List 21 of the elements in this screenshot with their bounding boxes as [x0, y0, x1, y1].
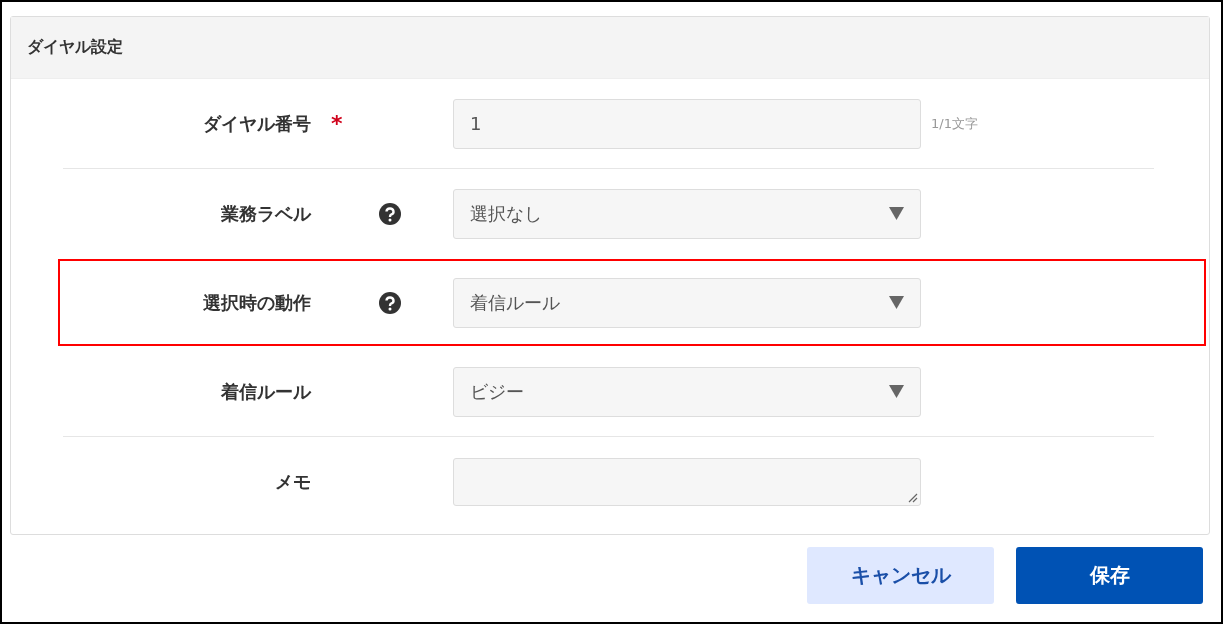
- resize-handle-icon: [908, 492, 918, 503]
- field-label: 着信ルール: [221, 379, 311, 404]
- memo-field[interactable]: [453, 457, 921, 506]
- required-mark: *: [331, 111, 343, 136]
- panel-title: ダイヤル設定: [27, 37, 123, 58]
- select-field[interactable]: 選択なし: [453, 188, 921, 239]
- input-field[interactable]: 1: [453, 98, 921, 149]
- caret-icon: [889, 296, 904, 309]
- character-counter: 1/1文字: [930, 114, 979, 133]
- cancel-button[interactable]: キャンセル: [807, 547, 994, 604]
- field-label: 業務ラベル: [221, 201, 311, 226]
- field-label: ダイヤル番号: [203, 111, 311, 136]
- select-field[interactable]: 着信ルール: [453, 277, 921, 328]
- caret-icon: [889, 207, 904, 220]
- field-label: 選択時の動作: [203, 290, 311, 315]
- help-icon[interactable]: [379, 291, 401, 314]
- save-button[interactable]: 保存: [1016, 547, 1203, 604]
- field-label: メモ: [275, 469, 311, 494]
- caret-icon: [889, 385, 904, 398]
- select-field[interactable]: ビジー: [453, 366, 921, 417]
- help-icon[interactable]: [379, 202, 401, 225]
